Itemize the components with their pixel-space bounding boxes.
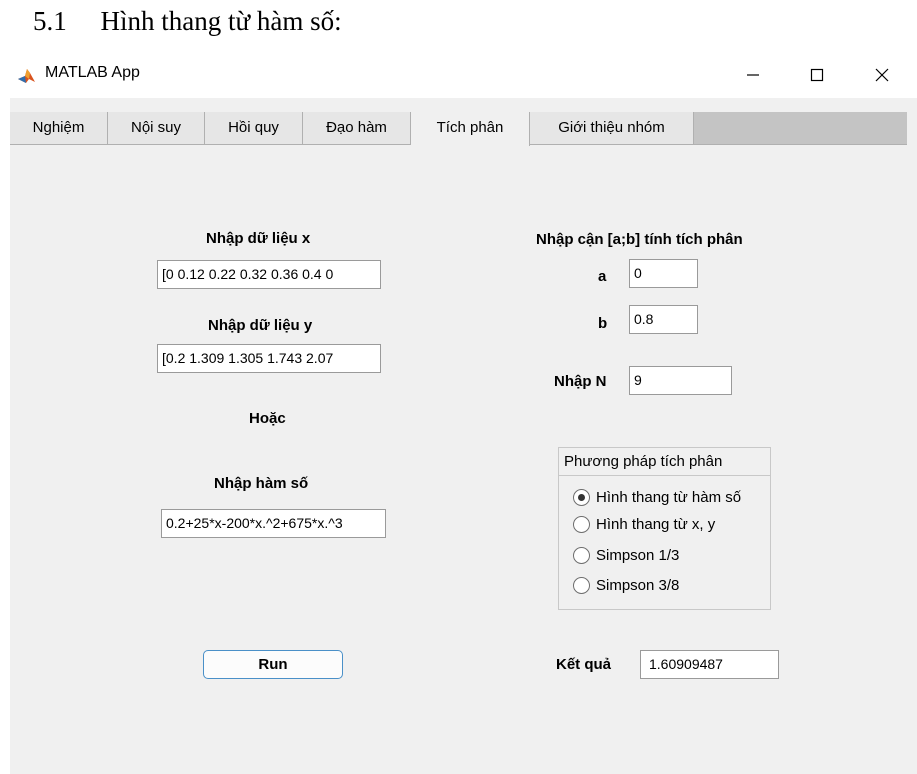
radio-selected-icon[interactable] bbox=[573, 488, 590, 506]
x-data-label: Nhập dữ liệu x bbox=[206, 230, 311, 247]
a-input[interactable]: 0 bbox=[629, 259, 698, 288]
radio-unselected-icon[interactable] bbox=[573, 576, 590, 594]
n-input[interactable]: 9 bbox=[629, 366, 732, 395]
window-title: MATLAB App bbox=[45, 64, 140, 81]
method-label: Hình thang từ x, y bbox=[596, 515, 716, 533]
method-label: Simpson 3/8 bbox=[596, 576, 680, 594]
or-label: Hoặc bbox=[249, 410, 286, 427]
method-panel-title: Phương pháp tích phân bbox=[564, 453, 723, 470]
app-body bbox=[10, 98, 917, 774]
n-label: Nhập N bbox=[554, 373, 607, 390]
b-label: b bbox=[598, 315, 608, 332]
result-label: Kết quả bbox=[556, 656, 612, 673]
radio-unselected-icon[interactable] bbox=[573, 515, 590, 533]
method-radio-trapezoid-function[interactable]: Hình thang từ hàm số bbox=[573, 485, 773, 509]
y-data-input[interactable]: [0.2 1.309 1.305 1.743 2.07 bbox=[157, 344, 381, 373]
document-heading: 5.1 Hình thang từ hàm số: bbox=[33, 6, 342, 36]
tab-noi-suy[interactable]: Nội suy bbox=[108, 112, 205, 144]
bounds-label: Nhập cận [a;b] tính tích phân bbox=[536, 231, 743, 248]
radio-unselected-icon[interactable] bbox=[573, 546, 590, 564]
tab-hoi-quy[interactable]: Hồi quy bbox=[205, 112, 303, 144]
tab-tich-phan[interactable]: Tích phân bbox=[411, 112, 530, 146]
method-label: Hình thang từ hàm số bbox=[596, 488, 742, 506]
function-input[interactable]: 0.2+25*x-200*x.^2+675*x.^3 bbox=[161, 509, 386, 538]
method-radio-simpson-3-8[interactable]: Simpson 3/8 bbox=[573, 573, 773, 597]
a-label: a bbox=[598, 268, 607, 285]
tab-gioi-thieu-nhom[interactable]: Giới thiệu nhóm bbox=[530, 112, 694, 144]
function-label: Nhập hàm số bbox=[214, 475, 309, 492]
b-input[interactable]: 0.8 bbox=[629, 305, 698, 334]
method-panel-divider bbox=[558, 475, 771, 476]
result-field[interactable]: 1.60909487 bbox=[640, 650, 779, 679]
minimize-icon[interactable] bbox=[733, 60, 773, 90]
maximize-icon[interactable] bbox=[797, 60, 837, 90]
method-radio-simpson-1-3[interactable]: Simpson 1/3 bbox=[573, 543, 773, 567]
method-radio-trapezoid-xy[interactable]: Hình thang từ x, y bbox=[573, 512, 773, 536]
tab-nghiem[interactable]: Nghiệm bbox=[10, 112, 108, 144]
method-label: Simpson 1/3 bbox=[596, 546, 680, 564]
x-data-input[interactable]: [0 0.12 0.22 0.32 0.36 0.4 0 bbox=[157, 260, 381, 289]
close-icon[interactable] bbox=[862, 60, 902, 90]
tab-dao-ham[interactable]: Đạo hàm bbox=[303, 112, 411, 144]
matlab-logo-icon bbox=[17, 67, 36, 89]
run-button[interactable]: Run bbox=[203, 650, 343, 679]
y-data-label: Nhập dữ liệu y bbox=[208, 317, 313, 334]
